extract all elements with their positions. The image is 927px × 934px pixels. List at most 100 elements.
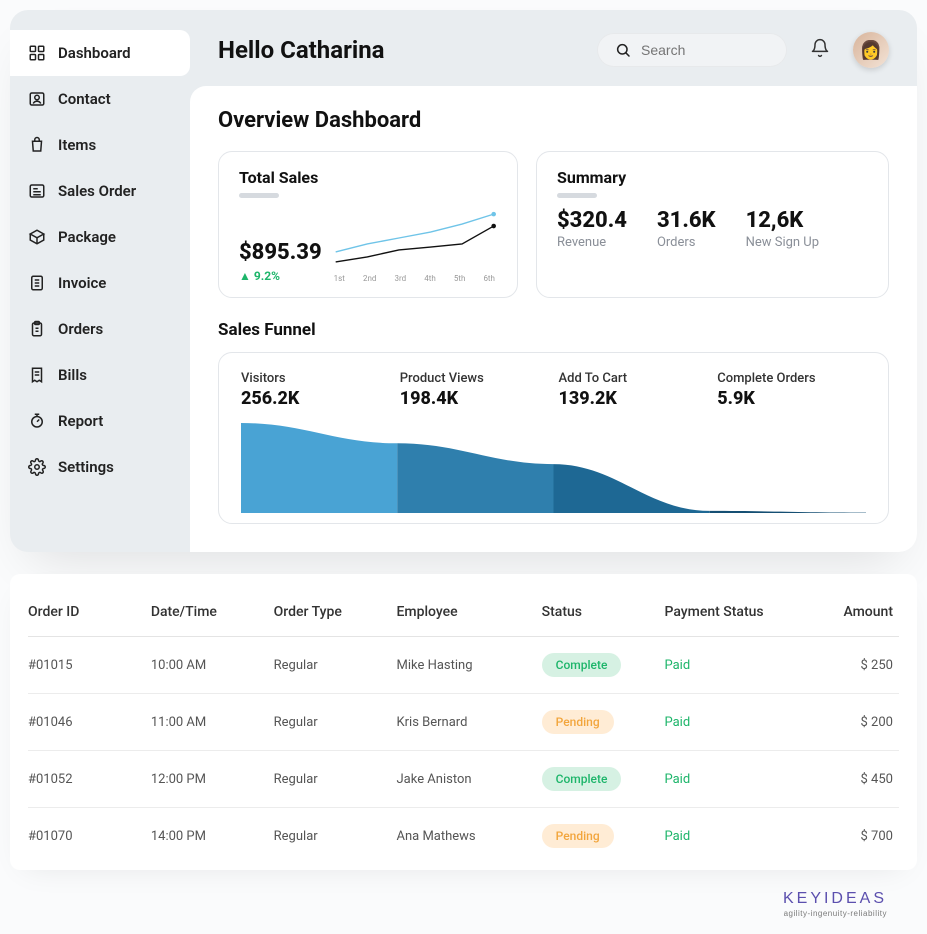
- sidebar-item-label: Settings: [58, 458, 114, 476]
- funnel-stat-value: 139.2K: [559, 388, 708, 409]
- cell-time: 10:00 AM: [151, 658, 274, 673]
- cell-time: 11:00 AM: [151, 715, 274, 730]
- sales-funnel-title: Sales Funnel: [218, 320, 889, 340]
- avatar[interactable]: 👩: [853, 32, 889, 68]
- greeting-text: Hello Catharina: [218, 36, 577, 64]
- sidebar: Dashboard Contact ItemsSales OrderPackageI…: [10, 10, 190, 552]
- summary-row: $320.4Revenue31.6KOrders12,6KNew Sign Up: [557, 208, 868, 250]
- content-area: Overview Dashboard Total Sales $895.39 ▲…: [190, 86, 917, 552]
- bell-icon: [810, 38, 830, 62]
- total-sales-delta: ▲ 9.2%: [239, 269, 322, 283]
- sidebar-item-label: Orders: [58, 320, 103, 338]
- cell-employee: Mike Hasting: [396, 658, 541, 673]
- overview-cards-row: Total Sales $895.39 ▲ 9.2% 1st2nd3: [218, 151, 889, 298]
- orders-table-header: Order IDDate/TimeOrder TypeEmployeeStatu…: [28, 588, 899, 637]
- status-badge: Pending: [542, 710, 614, 734]
- sidebar-item-label: Dashboard: [58, 44, 131, 62]
- funnel-stat-label: Visitors: [241, 371, 390, 386]
- sidebar-item-label: Contact: [58, 90, 111, 108]
- receipt-icon: [28, 366, 46, 384]
- total-sales-title: Total Sales: [239, 168, 497, 187]
- funnel-stat: Product Views198.4K: [400, 371, 549, 409]
- sidebar-item-report[interactable]: Report: [10, 398, 190, 444]
- summary-item: 31.6KOrders: [657, 208, 716, 250]
- notifications-button[interactable]: [807, 37, 833, 63]
- cell-payment: Paid: [664, 715, 798, 730]
- funnel-stat-value: 5.9K: [717, 388, 866, 409]
- cell-payment: Paid: [664, 829, 798, 844]
- search-input[interactable]: [641, 42, 769, 58]
- spark-xlabel: 6th: [483, 274, 495, 283]
- spark-xlabel: 2nd: [363, 274, 376, 283]
- cell-type: Regular: [274, 772, 397, 787]
- orders-col-header: Order ID: [28, 604, 151, 620]
- funnel-stat: Complete Orders 5.9K: [717, 371, 866, 409]
- search-icon: [615, 41, 631, 59]
- search-box[interactable]: [597, 33, 787, 67]
- summary-value: 12,6K: [746, 208, 819, 233]
- summary-value: 31.6K: [657, 208, 716, 233]
- total-sales-card: Total Sales $895.39 ▲ 9.2% 1st2nd3: [218, 151, 518, 298]
- sidebar-item-package[interactable]: Package: [10, 214, 190, 260]
- clipboard-icon: [28, 320, 46, 338]
- sidebar-item-invoice[interactable]: Invoice: [10, 260, 190, 306]
- spark-xlabel: 5th: [454, 274, 466, 283]
- app-shell: Dashboard Contact ItemsSales OrderPackageI…: [10, 10, 917, 552]
- cell-order-id: #01052: [28, 772, 151, 787]
- sales-funnel-card: Visitors 256.2K Product Views198.4K Add To …: [218, 352, 889, 524]
- delta-arrow-icon: ▲: [239, 269, 251, 283]
- orders-col-header: Order Type: [274, 604, 397, 620]
- brand-name: KEYIDEAS: [10, 890, 887, 908]
- funnel-stat-value: 198.4K: [400, 388, 549, 409]
- title-underline: [557, 193, 597, 198]
- cell-type: Regular: [274, 715, 397, 730]
- cell-payment: Paid: [664, 658, 798, 673]
- box-icon: [28, 228, 46, 246]
- orders-col-header: Amount: [798, 604, 899, 620]
- sidebar-item-sales-order[interactable]: Sales Order: [10, 168, 190, 214]
- cell-type: Regular: [274, 658, 397, 673]
- status-badge: Pending: [542, 824, 614, 848]
- funnel-stat: Add To Cart139.2K: [559, 371, 708, 409]
- sidebar-item-dashboard[interactable]: Dashboard: [10, 30, 190, 76]
- spark-xlabel: 3rd: [394, 274, 406, 283]
- delta-value: 9.2%: [254, 269, 280, 283]
- funnel-stat-value: 256.2K: [241, 388, 390, 409]
- grid-icon: [28, 44, 46, 62]
- gear-icon: [28, 458, 46, 476]
- summary-value: $320.4: [557, 208, 627, 233]
- table-row[interactable]: #0101510:00 AMRegularMike HastingComplet…: [28, 637, 899, 694]
- sidebar-item-contact[interactable]: Contact: [10, 76, 190, 122]
- cell-status: Complete: [542, 767, 665, 791]
- funnel-svg: [241, 423, 866, 513]
- cell-status: Complete: [542, 653, 665, 677]
- spark-xlabel: 4th: [424, 274, 436, 283]
- topbar: Hello Catharina 👩: [190, 10, 917, 86]
- branding: KEYIDEAS agility-ingenuity-reliability: [10, 870, 917, 924]
- status-badge: Complete: [542, 767, 622, 791]
- table-row[interactable]: #0104611:00 AMRegularKris BernardPending…: [28, 694, 899, 751]
- cell-order-id: #01046: [28, 715, 151, 730]
- cell-employee: Kris Bernard: [396, 715, 541, 730]
- sidebar-item-orders[interactable]: Orders: [10, 306, 190, 352]
- table-row[interactable]: #0107014:00 PMRegularAna MathewsPendingP…: [28, 808, 899, 864]
- summary-title: Summary: [557, 168, 868, 187]
- summary-item: $320.4Revenue: [557, 208, 627, 250]
- summary-card: Summary $320.4Revenue31.6KOrders12,6KNew…: [536, 151, 889, 298]
- sidebar-item-items[interactable]: Items: [10, 122, 190, 168]
- sidebar-item-settings[interactable]: Settings: [10, 444, 190, 490]
- cell-time: 14:00 PM: [151, 829, 274, 844]
- orders-col-header: Payment Status: [664, 604, 798, 620]
- funnel-stat-label: Complete Orders: [717, 371, 866, 386]
- cell-amount: $ 250: [798, 658, 899, 673]
- table-row[interactable]: #0105212:00 PMRegularJake AnistonComplet…: [28, 751, 899, 808]
- cell-order-id: #01015: [28, 658, 151, 673]
- main-column: Hello Catharina 👩 Overview Dashboard: [190, 10, 917, 552]
- spark-xlabel: 1st: [334, 274, 345, 283]
- brand-tagline: agility-ingenuity-reliability: [10, 909, 887, 918]
- cell-type: Regular: [274, 829, 397, 844]
- cell-time: 12:00 PM: [151, 772, 274, 787]
- sidebar-item-bills[interactable]: Bills: [10, 352, 190, 398]
- cell-employee: Ana Mathews: [396, 829, 541, 844]
- cell-status: Pending: [542, 710, 665, 734]
